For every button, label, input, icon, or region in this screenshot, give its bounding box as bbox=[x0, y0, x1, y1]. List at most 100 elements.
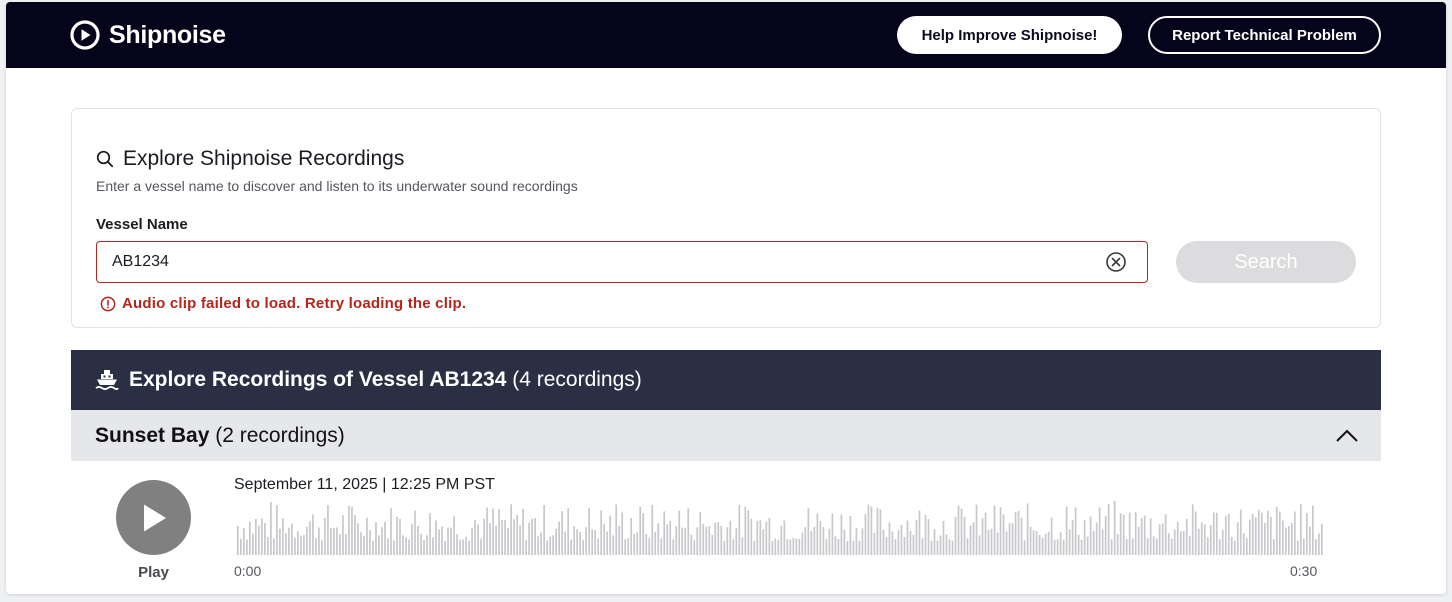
waveform-bar bbox=[1080, 539, 1083, 555]
waveform-bar bbox=[327, 505, 329, 555]
waveform-bar bbox=[762, 529, 765, 555]
waveform-bar bbox=[894, 539, 897, 555]
waveform-bar bbox=[579, 531, 582, 555]
waveform-bar bbox=[1014, 512, 1017, 555]
card-subtitle: Enter a vessel name to discover and list… bbox=[96, 178, 578, 194]
error-message[interactable]: Audio clip failed to load. Retry loading… bbox=[122, 295, 466, 312]
waveform-bar bbox=[759, 520, 762, 555]
waveform-bar bbox=[867, 504, 870, 555]
waveform-bar bbox=[468, 540, 470, 555]
waveform-bar bbox=[510, 504, 512, 555]
waveform-bar bbox=[1164, 514, 1167, 555]
waveform-bar bbox=[1224, 515, 1227, 555]
waveform-bar bbox=[798, 539, 801, 555]
audio-waveform[interactable] bbox=[237, 499, 1324, 555]
waveform-bar bbox=[453, 516, 455, 555]
waveform-bar bbox=[657, 523, 660, 555]
vessel-name-input[interactable] bbox=[97, 242, 1087, 282]
waveform-bar bbox=[273, 538, 275, 555]
waveform-bar bbox=[906, 520, 909, 555]
waveform-bar bbox=[1242, 533, 1245, 555]
waveform-bar bbox=[801, 532, 804, 555]
waveform-bar bbox=[852, 540, 855, 555]
brand-logo[interactable]: Shipnoise bbox=[70, 19, 226, 51]
waveform-bar bbox=[861, 528, 864, 555]
waveform-bar bbox=[477, 524, 479, 555]
waveform-bar bbox=[828, 528, 831, 555]
waveform-bar bbox=[432, 537, 434, 555]
waveform-bar bbox=[663, 511, 666, 555]
waveform-bar bbox=[654, 531, 657, 555]
search-button[interactable]: Search bbox=[1176, 241, 1356, 283]
waveform-bar bbox=[243, 527, 245, 555]
waveform-bar bbox=[795, 538, 798, 555]
waveform-bar bbox=[1110, 539, 1113, 555]
card-title: Explore Shipnoise Recordings bbox=[96, 147, 404, 171]
waveform-bar bbox=[702, 523, 705, 555]
waveform-bar bbox=[408, 539, 410, 555]
waveform-bar bbox=[1152, 536, 1155, 555]
waveform-bar bbox=[840, 514, 843, 555]
waveform-bar bbox=[483, 518, 485, 555]
waveform-bar bbox=[804, 527, 807, 555]
waveform-bar bbox=[1086, 536, 1089, 555]
waveform-bar bbox=[267, 537, 269, 555]
play-button[interactable] bbox=[116, 480, 191, 555]
waveform-bar bbox=[294, 537, 296, 555]
vessel-name-field bbox=[96, 241, 1148, 283]
location-group-header[interactable]: Sunset Bay (2 recordings) bbox=[71, 410, 1381, 461]
waveform-bar bbox=[897, 530, 900, 555]
waveform-bar bbox=[1095, 522, 1098, 555]
waveform-bar bbox=[414, 510, 416, 555]
waveform-bar bbox=[942, 520, 945, 555]
waveform-bar bbox=[711, 534, 714, 555]
waveform-bar bbox=[1191, 504, 1194, 555]
waveform-bar bbox=[813, 526, 816, 555]
waveform-bar bbox=[660, 538, 663, 555]
waveform-bar bbox=[270, 501, 272, 555]
waveform-bar bbox=[939, 535, 942, 555]
clear-input-icon[interactable] bbox=[1105, 251, 1127, 273]
waveform-bar bbox=[885, 537, 888, 555]
waveform-bar bbox=[606, 531, 609, 555]
waveform-bar bbox=[339, 534, 341, 555]
waveform-bar bbox=[291, 523, 293, 555]
waveform-bar bbox=[1092, 531, 1095, 555]
waveform-bar bbox=[789, 539, 792, 555]
waveform-bar bbox=[627, 538, 630, 555]
waveform-bar bbox=[597, 538, 600, 555]
waveform-bar bbox=[417, 525, 419, 555]
waveform-bar bbox=[1185, 518, 1188, 555]
waveform-bar bbox=[501, 519, 503, 555]
waveform-bar bbox=[1032, 530, 1035, 555]
waveform-bar bbox=[264, 523, 266, 555]
waveform-bar bbox=[1041, 537, 1044, 555]
waveform-bar bbox=[1263, 522, 1266, 555]
waveform-bar bbox=[1197, 528, 1200, 555]
waveform-bar bbox=[429, 513, 431, 555]
waveform-bar bbox=[459, 539, 461, 555]
waveform-bar bbox=[561, 511, 563, 555]
waveform-bar bbox=[1158, 524, 1161, 555]
waveform-bar bbox=[1104, 515, 1107, 555]
chevron-up-icon[interactable] bbox=[1335, 424, 1359, 446]
waveform-bar bbox=[891, 531, 894, 555]
waveform-bar bbox=[540, 532, 542, 555]
waveform-bar bbox=[969, 525, 972, 555]
waveform-bar bbox=[1248, 519, 1251, 555]
group-name: Sunset Bay bbox=[95, 423, 210, 447]
waveform-bar bbox=[528, 522, 530, 555]
waveform-bar bbox=[1098, 507, 1101, 555]
ship-icon bbox=[95, 370, 119, 390]
waveform-bar bbox=[1107, 504, 1110, 555]
waveform-bar bbox=[576, 529, 579, 555]
waveform-bar bbox=[708, 526, 711, 555]
waveform-bar bbox=[1308, 526, 1311, 555]
report-problem-button[interactable]: Report Technical Problem bbox=[1148, 16, 1381, 54]
recording-datetime: September 11, 2025 | 12:25 PM PST bbox=[234, 476, 495, 493]
waveform-bar bbox=[1005, 531, 1008, 555]
waveform-bar bbox=[864, 514, 867, 555]
waveform-bar bbox=[1233, 540, 1236, 555]
help-improve-button[interactable]: Help Improve Shipnoise! bbox=[897, 16, 1122, 54]
waveform-bar bbox=[240, 538, 242, 555]
